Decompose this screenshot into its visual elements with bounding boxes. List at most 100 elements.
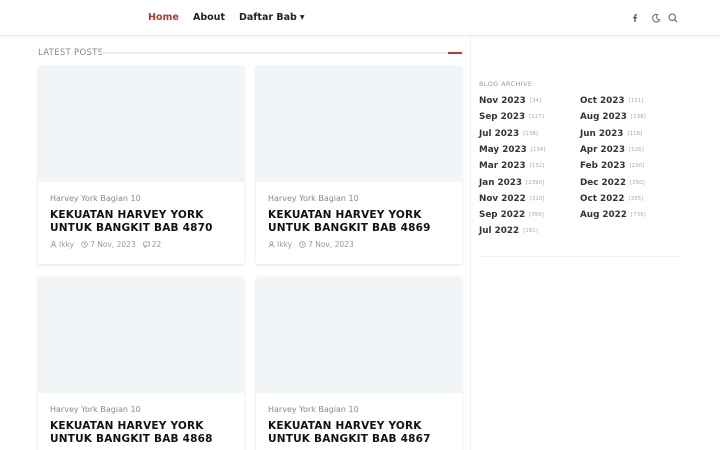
post-title[interactable]: KEKUATAN HARVEY YORK UNTUK BANGKIT BAB 4… <box>50 209 232 234</box>
post-meta: Ikky 7 Nov, 2023 22 <box>50 240 232 249</box>
archive-item-count: [310] <box>529 195 545 202</box>
search-icon[interactable] <box>667 12 679 24</box>
archive-item[interactable]: Nov 2023 [34] <box>479 96 541 106</box>
archive-item-label: Jul 2022 <box>479 226 520 237</box>
archive-item-label: Jun 2023 <box>580 128 624 139</box>
post-category[interactable]: Harvey York Bagian 10 <box>50 194 232 203</box>
archive-item-count: [118] <box>627 130 643 137</box>
facebook-icon[interactable] <box>629 12 641 24</box>
archive-item[interactable]: Jan 2023 [1390] <box>479 178 544 188</box>
archive-item-label: Aug 2022 <box>580 210 627 221</box>
archive-item-label: Nov 2023 <box>479 96 526 106</box>
archive-item[interactable]: Mar 2023 [132] <box>479 161 544 171</box>
post-category[interactable]: Harvey York Bagian 10 <box>50 405 232 414</box>
post-thumbnail[interactable] <box>256 277 462 393</box>
archive-item-count: [350] <box>529 212 544 219</box>
archive-item[interactable]: Sep 2023 [127] <box>479 112 544 122</box>
nav-daftar-bab-label: Daftar Bab <box>239 12 297 23</box>
archive-item-label: Oct 2022 <box>580 193 625 204</box>
post-card[interactable]: Harvey York Bagian 10 KEKUATAN HARVEY YO… <box>256 277 462 450</box>
post-title-line: UNTUK BANGKIT BAB 4868 <box>50 432 213 445</box>
post-title-line: KEKUATAN HARVEY YORK <box>50 420 204 432</box>
post-category[interactable]: Harvey York Bagian 10 <box>268 194 450 203</box>
section-title: LATEST POSTS <box>38 48 104 58</box>
archive-item-count: [127] <box>529 114 544 121</box>
post-date-text: 7 Nov, 2023 <box>90 240 136 249</box>
post-title[interactable]: KEKUATAN HARVEY YORK UNTUK BANGKIT BAB 4… <box>268 209 450 234</box>
archive-item[interactable]: Oct 2023 [131] <box>580 96 643 106</box>
user-icon <box>50 241 57 248</box>
post-title-line: UNTUK BANGKIT BAB 4869 <box>268 221 431 234</box>
clock-icon <box>299 241 306 248</box>
post-date: 7 Nov, 2023 <box>299 240 354 249</box>
archive-item-count: [132] <box>529 163 545 170</box>
archive-item-label: Sep 2023 <box>479 112 526 123</box>
clock-icon <box>81 241 88 248</box>
post-author[interactable]: Ikky <box>268 240 292 249</box>
post-date: 7 Nov, 2023 <box>81 240 136 249</box>
archive-item-label: Mar 2023 <box>479 161 526 172</box>
archive-item-count: [181] <box>523 228 538 235</box>
post-date-text: 7 Nov, 2023 <box>308 240 354 249</box>
archive-item-count: [735] <box>630 212 646 219</box>
archive-item[interactable]: Aug 2023 [138] <box>580 112 646 122</box>
archive-item-label: Feb 2023 <box>580 161 626 172</box>
archive-item[interactable]: Jul 2023 [138] <box>479 129 538 139</box>
post-meta: Ikky 7 Nov, 2023 <box>268 240 450 249</box>
post-author[interactable]: Ikky <box>50 240 74 249</box>
archive-item-count: [134] <box>530 146 546 153</box>
nav-daftar-bab[interactable]: Daftar Bab ▼ <box>239 12 304 23</box>
comment-icon <box>143 241 150 248</box>
post-category[interactable]: Harvey York Bagian 10 <box>268 405 450 414</box>
archive-item-count: [335] <box>628 195 644 202</box>
post-thumbnail[interactable] <box>38 277 244 393</box>
archive-item-label: Apr 2023 <box>580 144 625 155</box>
post-title-line: KEKUATAN HARVEY YORK <box>50 209 204 221</box>
post-comments[interactable]: 22 <box>143 240 162 249</box>
sidebar-divider <box>470 37 471 450</box>
archive-item-count: [126] <box>629 146 644 153</box>
archive-item-label: Jul 2023 <box>479 128 520 139</box>
archive-item-label: Jan 2023 <box>479 177 523 188</box>
archive-item-label: May 2023 <box>479 144 527 155</box>
archive-item-count: [34] <box>529 98 541 104</box>
post-title-line: UNTUK BANGKIT BAB 4867 <box>268 432 431 445</box>
archive-item-label: Dec 2022 <box>580 177 627 188</box>
post-author-name: Ikky <box>277 240 293 249</box>
post-title-line: KEKUATAN HARVEY YORK <box>268 420 422 432</box>
archive-item-label: Sep 2022 <box>479 210 526 221</box>
archive-item[interactable]: Sep 2022 [350] <box>479 210 544 220</box>
archive-item[interactable]: Nov 2022 [310] <box>479 194 544 204</box>
archive-item[interactable]: Jun 2023 [118] <box>580 129 642 139</box>
archive-item-count: [230] <box>629 163 645 170</box>
archive-item-count: [350] <box>630 179 645 186</box>
archive-item-count: [138] <box>523 130 538 137</box>
nav-about[interactable]: About <box>193 12 225 23</box>
post-card[interactable]: Harvey York Bagian 10 KEKUATAN HARVEY YO… <box>38 66 244 264</box>
post-title[interactable]: KEKUATAN HARVEY YORK UNTUK BANGKIT BAB 4… <box>50 420 232 445</box>
widget-divider <box>478 256 682 257</box>
moon-icon[interactable] <box>650 12 662 24</box>
archive-item[interactable]: May 2023 [134] <box>479 145 546 155</box>
archive-item-count: [1390] <box>526 179 545 186</box>
post-thumbnail[interactable] <box>256 66 462 182</box>
archive-item-label: Oct 2023 <box>580 96 625 106</box>
archive-item[interactable]: Aug 2022 [735] <box>580 210 646 220</box>
site-header: Home About Daftar Bab ▼ <box>0 0 720 36</box>
section-accent <box>448 52 462 54</box>
post-title-line: KEKUATAN HARVEY YORK <box>268 209 422 221</box>
blog-archive-title: BLOG ARCHIVE <box>479 80 533 88</box>
archive-item[interactable]: Feb 2023 [230] <box>580 161 644 171</box>
archive-item[interactable]: Apr 2023 [126] <box>580 145 644 155</box>
post-card[interactable]: Harvey York Bagian 10 KEKUATAN HARVEY YO… <box>256 66 462 264</box>
section-divider <box>100 52 448 54</box>
nav-home[interactable]: Home <box>148 12 179 23</box>
post-card[interactable]: Harvey York Bagian 10 KEKUATAN HARVEY YO… <box>38 277 244 450</box>
post-title[interactable]: KEKUATAN HARVEY YORK UNTUK BANGKIT BAB 4… <box>268 420 450 445</box>
post-thumbnail[interactable] <box>38 66 244 182</box>
archive-item[interactable]: Jul 2022 [181] <box>479 226 538 236</box>
archive-item-count: [131] <box>628 98 644 104</box>
archive-item[interactable]: Dec 2022 [350] <box>580 178 645 188</box>
archive-item[interactable]: Oct 2022 [335] <box>580 194 643 204</box>
post-comment-count: 22 <box>151 240 162 249</box>
